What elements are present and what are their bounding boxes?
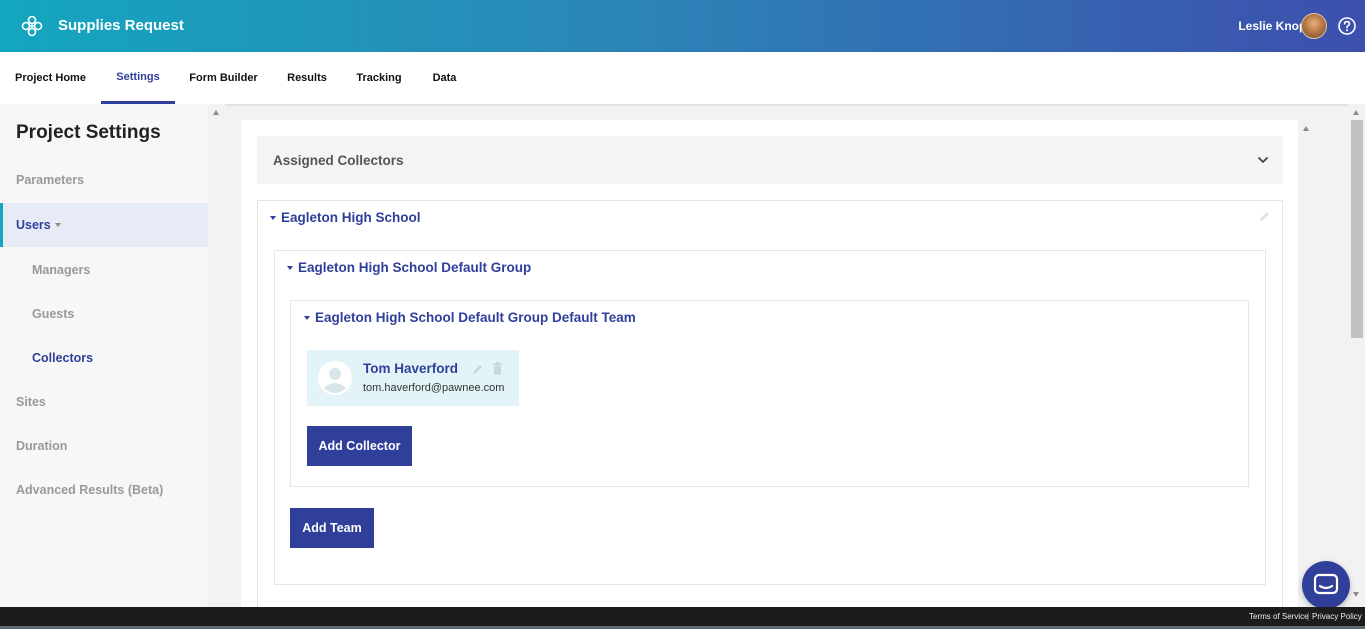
tab-tracking[interactable]: Tracking — [342, 52, 416, 104]
add-team-button[interactable]: Add Team — [290, 508, 374, 548]
sidebar-item-collectors[interactable]: Collectors — [0, 336, 208, 380]
sidebar-scrollbar[interactable] — [208, 104, 225, 607]
site-toggle[interactable]: Eagleton High School — [270, 210, 421, 225]
sidebar-item-label: Collectors — [32, 351, 94, 365]
sidebar-item-duration[interactable]: Duration — [0, 424, 208, 468]
group-toggle[interactable]: Eagleton High School Default Group — [287, 260, 531, 275]
sidebar-item-sites[interactable]: Sites — [0, 380, 208, 424]
chevron-down-icon[interactable] — [1257, 154, 1269, 166]
group-name: Eagleton High School Default Group — [298, 260, 532, 275]
team-toggle[interactable]: Eagleton High School Default Group Defau… — [304, 310, 636, 325]
user-avatar-icon — [318, 361, 352, 395]
sidebar-item-advanced-results[interactable]: Advanced Results (Beta) — [0, 468, 208, 512]
pencil-icon[interactable] — [1258, 210, 1271, 223]
sidebar-item-label: Sites — [16, 395, 46, 409]
clover-logo-icon[interactable] — [21, 15, 43, 37]
page-scrollbar-thumb[interactable] — [1351, 120, 1363, 338]
sidebar-item-managers[interactable]: Managers — [0, 248, 208, 292]
section-title: Assigned Collectors — [273, 152, 404, 168]
add-collector-button[interactable]: Add Collector — [307, 426, 412, 466]
sidebar-item-users[interactable]: Users — [0, 203, 208, 247]
app-header: Supplies Request Leslie Knope — [0, 0, 1365, 52]
scroll-up-icon[interactable] — [213, 110, 219, 115]
user-avatar[interactable] — [1301, 13, 1327, 39]
caret-down-icon — [304, 315, 310, 320]
tab-results[interactable]: Results — [272, 52, 342, 104]
caret-down-icon — [270, 215, 276, 220]
tab-form-builder[interactable]: Form Builder — [175, 52, 272, 104]
sidebar-title: Project Settings — [16, 122, 161, 143]
project-nav: Project Home Settings Form Builder Resul… — [0, 52, 1365, 104]
app-title[interactable]: Supplies Request — [58, 17, 184, 34]
scroll-down-icon[interactable] — [1353, 592, 1359, 597]
tab-project-home[interactable]: Project Home — [0, 52, 101, 104]
question-circle-icon[interactable] — [1337, 16, 1357, 36]
team-name: Eagleton High School Default Group Defau… — [315, 310, 636, 325]
sidebar-item-label: Guests — [32, 307, 75, 321]
tab-settings[interactable]: Settings — [101, 52, 175, 104]
sidebar-item-label: Users — [16, 218, 51, 232]
footer-separator: | — [1307, 611, 1310, 621]
sidebar-item-label: Duration — [16, 439, 68, 453]
site-name: Eagleton High School — [281, 210, 421, 225]
sidebar-item-label: Parameters — [16, 173, 85, 187]
chat-launcher-button[interactable] — [1302, 561, 1350, 609]
sidebar-item-label: Managers — [32, 263, 91, 277]
pencil-icon[interactable] — [472, 363, 484, 375]
settings-sidebar: Project Settings Parameters Users Manage… — [0, 104, 208, 607]
content-scrollbar[interactable] — [1298, 120, 1315, 607]
trash-icon[interactable] — [492, 362, 503, 375]
sidebar-item-parameters[interactable]: Parameters — [0, 158, 208, 202]
chat-bubble-icon — [1313, 573, 1339, 595]
sidebar-item-label: Advanced Results (Beta) — [16, 483, 164, 497]
scroll-up-icon[interactable] — [1353, 110, 1359, 115]
caret-down-icon — [287, 265, 293, 270]
collector-card: Tom Haverford tom.haverford@pawnee.com — [307, 350, 519, 406]
assigned-collectors-header[interactable]: Assigned Collectors — [257, 136, 1283, 184]
caret-down-icon — [54, 223, 61, 227]
tab-data[interactable]: Data — [416, 52, 473, 104]
terms-link[interactable]: Terms of Service — [1249, 612, 1309, 621]
privacy-link[interactable]: Privacy Policy — [1312, 612, 1362, 621]
collector-name: Tom Haverford — [363, 361, 459, 376]
collector-email: tom.haverford@pawnee.com — [363, 382, 505, 394]
sidebar-item-guests[interactable]: Guests — [0, 292, 208, 336]
scroll-up-icon[interactable] — [1303, 126, 1309, 131]
